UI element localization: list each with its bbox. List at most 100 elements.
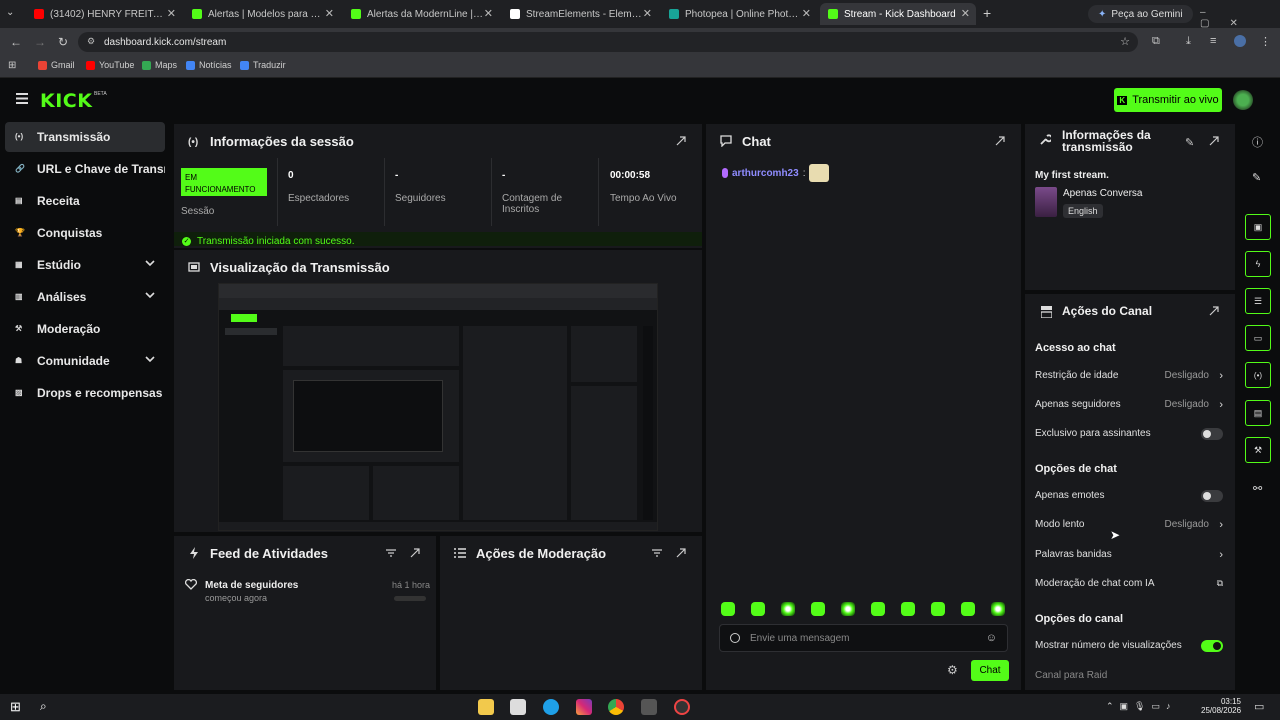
rail-activity-button[interactable]: ϟ [1245, 251, 1271, 277]
system-tray-icons[interactable]: ⌃▣🎙▭♪ [1106, 701, 1176, 712]
emote-icon[interactable] [811, 602, 825, 616]
browser-tab[interactable]: (31402) HENRY FREITAS SETEMBRO✕ [26, 3, 182, 25]
browser-tab[interactable]: Alertas | Modelos para Twitch e✕ [184, 3, 340, 25]
subs-only-toggle[interactable] [1201, 428, 1223, 440]
bookmark-item[interactable]: Maps [142, 60, 177, 70]
row-ai-moderation[interactable]: Moderação de chat com IA ⧉ [1035, 578, 1225, 589]
instagram-icon[interactable] [576, 699, 592, 715]
edit-icon[interactable]: ✎ [1252, 171, 1261, 184]
row-raid-channel[interactable]: Canal para Raid [1035, 670, 1225, 681]
info-icon[interactable]: ⓘ [1252, 134, 1263, 150]
chrome-icon[interactable] [608, 699, 624, 715]
user-avatar[interactable] [1233, 90, 1253, 110]
sidebar-item[interactable]: ☗ Comunidade [5, 346, 165, 376]
chat-username[interactable]: arthurcomh23 [732, 168, 799, 179]
new-tab-button[interactable]: + [983, 5, 991, 21]
tab-close-icon[interactable]: ✕ [325, 7, 334, 20]
browser-tab[interactable]: Stream - Kick Dashboard ✕ [820, 3, 976, 25]
browser-tab[interactable]: Photopea | Online Photo Editor✕ [661, 3, 817, 25]
obs-icon[interactable] [674, 699, 690, 715]
popout-icon[interactable] [410, 548, 420, 558]
row-followers-only[interactable]: Apenas seguidores Desligado › [1035, 399, 1225, 411]
bookmark-item[interactable]: Gmail [38, 60, 75, 70]
sidebar-item[interactable]: (•) Transmissão [5, 122, 165, 152]
download-icon[interactable]: ⤓ [1186, 35, 1191, 48]
sidebar-item[interactable]: ▤ Receita [5, 186, 165, 216]
hamburger-menu-icon[interactable] [16, 93, 28, 104]
emote-icon[interactable] [751, 602, 765, 616]
settings-gear-icon[interactable]: ⚙ [947, 663, 958, 677]
rail-channel-button[interactable]: ▤ [1245, 400, 1271, 426]
rail-modactions-button[interactable]: ☰ [1245, 288, 1271, 314]
reload-icon[interactable]: ↻ [58, 35, 68, 49]
chat-send-button[interactable]: Chat [971, 660, 1009, 681]
store-icon[interactable] [510, 699, 526, 715]
emote-icon[interactable] [991, 602, 1005, 616]
rail-session-button[interactable]: (•) [1245, 362, 1271, 388]
popout-icon[interactable] [1209, 306, 1219, 316]
emote-icon[interactable] [901, 602, 915, 616]
sidebar-item[interactable]: ⚒ Moderação [5, 314, 165, 344]
browser-menu-icon[interactable]: ⋮ [1260, 35, 1271, 48]
emote-icon[interactable] [961, 602, 975, 616]
edge-icon[interactable] [543, 699, 559, 715]
sidebar-item[interactable]: ▥ Análises [5, 282, 165, 312]
notifications-icon[interactable]: ▭ [1254, 700, 1264, 713]
sidebar-item[interactable]: 🔗 URL e Chave de Transmissão [5, 154, 165, 184]
tab-close-icon[interactable]: ✕ [484, 7, 493, 20]
show-views-toggle[interactable] [1201, 640, 1223, 652]
bookmark-item[interactable]: Traduzir [240, 60, 286, 70]
row-banned-words[interactable]: Palavras banidas › [1035, 549, 1225, 561]
forward-icon[interactable]: → [34, 35, 46, 49]
bookmark-item[interactable]: Notícias [186, 60, 232, 70]
popout-icon[interactable] [676, 136, 686, 146]
tab-close-icon[interactable]: ✕ [167, 7, 176, 20]
sidebar-item[interactable]: 🏆 Conquistas [5, 218, 165, 248]
apps-grid-icon[interactable]: ⊞ [8, 60, 16, 71]
bookmark-item[interactable]: YouTube [86, 60, 134, 70]
media-icon[interactable]: ≡ [1210, 35, 1216, 47]
kick-logo[interactable]: KICK [40, 90, 92, 112]
row-age-restriction[interactable]: Restrição de idade Desligado › [1035, 370, 1225, 382]
gemini-button[interactable]: ✦ Peça ao Gemini [1088, 5, 1193, 23]
chat-input[interactable]: Envie uma mensagem ☺ [719, 624, 1008, 652]
sidebar-item[interactable]: ▨ Drops e recompensas [5, 378, 165, 408]
browser-tab[interactable]: Alertas da ModernLine | WDFLAT✕ [343, 3, 499, 25]
site-info-icon[interactable]: ⚙ [87, 36, 95, 47]
emote-icon[interactable] [871, 602, 885, 616]
share-icon[interactable]: ⚯ [1253, 482, 1262, 495]
profile-avatar[interactable] [1234, 35, 1246, 47]
extensions-icon[interactable]: ⧉ [1152, 35, 1160, 48]
go-live-button[interactable]: K Transmitir ao vivo [1114, 88, 1222, 112]
sidebar-item[interactable]: ▦ Estúdio [5, 250, 165, 280]
emotes-only-toggle[interactable] [1201, 490, 1223, 502]
emote-icon[interactable] [841, 602, 855, 616]
file-explorer-icon[interactable] [478, 699, 494, 715]
app-icon[interactable] [641, 699, 657, 715]
window-controls[interactable]: –▢✕ [1200, 7, 1280, 29]
browser-tab[interactable]: StreamElements - Elementos ✕ [502, 3, 658, 25]
windows-start-icon[interactable]: ⊞ [10, 699, 21, 715]
taskbar-search-icon[interactable]: ⌕ [40, 699, 47, 714]
rail-preview-button[interactable]: ▣ [1245, 214, 1271, 240]
tab-close-icon[interactable]: ✕ [802, 7, 811, 20]
emote-icon[interactable] [781, 602, 795, 616]
popout-icon[interactable] [676, 548, 686, 558]
rail-streaminfo-button[interactable]: ⚒ [1245, 437, 1271, 463]
emote-icon[interactable] [721, 602, 735, 616]
emoji-icon[interactable]: ☺ [986, 632, 997, 644]
tab-close-icon[interactable]: ✕ [961, 7, 970, 20]
tab-search-icon[interactable]: ⌄ [6, 7, 20, 21]
tab-close-icon[interactable]: ✕ [643, 7, 652, 20]
rail-chat-button[interactable]: ▭ [1245, 325, 1271, 351]
emote-icon[interactable] [931, 602, 945, 616]
clock[interactable]: 03:15 25/08/2026 [1201, 697, 1241, 715]
url-input[interactable]: ⚙ dashboard.kick.com/stream ☆ [78, 32, 1138, 52]
popout-icon[interactable] [1209, 136, 1219, 146]
back-icon[interactable]: ← [10, 35, 22, 49]
stream-preview-video[interactable] [218, 283, 658, 531]
edit-pencil-icon[interactable]: ✎ [1185, 136, 1194, 149]
popout-icon[interactable] [995, 136, 1005, 146]
row-slow-mode[interactable]: Modo lento Desligado › [1035, 519, 1225, 531]
filter-icon[interactable] [652, 548, 662, 558]
